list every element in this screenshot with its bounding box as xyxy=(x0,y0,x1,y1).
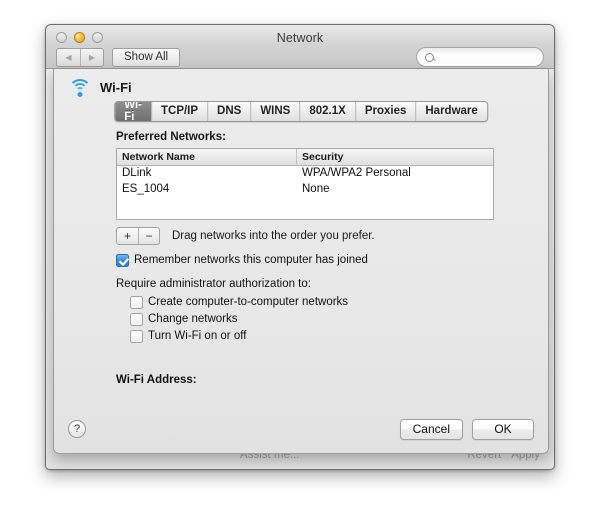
create-computer-networks-row[interactable]: Create computer-to-computer networks xyxy=(130,296,516,309)
preferred-networks-label: Preferred Networks: xyxy=(116,131,226,143)
column-header-network-name[interactable]: Network Name xyxy=(117,149,297,165)
nav-segmented-control[interactable]: ◀ ▶ xyxy=(56,48,104,67)
table-row[interactable]: ES_1004 None xyxy=(117,182,493,198)
cell-network-name: ES_1004 xyxy=(122,183,170,196)
forward-arrow-icon[interactable]: ▶ xyxy=(80,49,103,66)
change-networks-label: Change networks xyxy=(148,312,238,325)
remove-network-button[interactable]: − xyxy=(138,228,159,244)
toolbar: ◀ ▶ Show All xyxy=(56,48,181,67)
cell-security: WPA/WPA2 Personal xyxy=(302,167,411,180)
window-title: Network xyxy=(276,31,324,45)
back-arrow-icon[interactable]: ◀ xyxy=(57,49,80,66)
wifi-icon xyxy=(68,79,92,97)
tab-dns[interactable]: DNS xyxy=(207,102,250,121)
wifi-settings-sheet: Wi-Fi Wi-Fi TCP/IP DNS WINS 802.1X Proxi… xyxy=(53,69,549,454)
drag-networks-hint: Drag networks into the order you prefer. xyxy=(172,230,375,242)
sheet-service-title: Wi-Fi xyxy=(100,80,132,95)
help-button[interactable]: ? xyxy=(68,420,86,438)
cell-security: None xyxy=(302,183,330,196)
window-body: Location: Automatic Wi-Fi Connected SAMS… xyxy=(46,69,554,469)
cell-network-name: DLink xyxy=(122,167,152,180)
change-networks-checkbox[interactable] xyxy=(130,313,143,326)
window-titlebar: Network ◀ ▶ Show All xyxy=(46,25,554,69)
search-input[interactable] xyxy=(438,51,538,63)
turn-wifi-on-off-row[interactable]: Turn Wi-Fi on or off xyxy=(130,330,516,343)
wifi-settings-form: Preferred Networks: Network Name Securit… xyxy=(116,131,516,386)
remember-networks-label: Remember networks this computer has join… xyxy=(134,253,368,266)
add-network-button[interactable]: + xyxy=(117,228,138,244)
network-preferences-window: Network ◀ ▶ Show All Location: Automatic xyxy=(45,24,555,470)
table-controls-row: + − Drag networks into the order you pre… xyxy=(116,227,516,245)
table-row[interactable]: DLink WPA/WPA2 Personal xyxy=(117,166,493,182)
turn-wifi-on-off-checkbox[interactable] xyxy=(130,330,143,343)
admin-checkbox-group: Create computer-to-computer networks Cha… xyxy=(130,296,516,343)
tab-8021x[interactable]: 802.1X xyxy=(299,102,354,121)
change-networks-row[interactable]: Change networks xyxy=(130,313,516,326)
tab-hardware[interactable]: Hardware xyxy=(415,102,486,121)
preferred-networks-table[interactable]: Network Name Security DLink WPA/WPA2 Per… xyxy=(116,148,494,220)
turn-wifi-on-off-label: Turn Wi-Fi on or off xyxy=(148,329,247,342)
ok-button[interactable]: OK xyxy=(472,418,534,440)
tab-proxies[interactable]: Proxies xyxy=(354,102,416,121)
search-icon xyxy=(425,52,434,62)
cancel-button[interactable]: Cancel xyxy=(399,418,463,440)
remember-networks-checkbox[interactable] xyxy=(116,254,129,267)
wifi-address-row: Wi-Fi Address: xyxy=(116,374,516,386)
sheet-header: Wi-Fi xyxy=(68,79,132,97)
tab-wins[interactable]: WINS xyxy=(250,102,299,121)
tab-tcpip[interactable]: TCP/IP xyxy=(150,102,207,121)
sheet-footer: ? Cancel OK xyxy=(54,405,548,453)
create-computer-networks-label: Create computer-to-computer networks xyxy=(148,295,349,308)
add-remove-segmented-control: + − xyxy=(116,227,160,245)
column-header-security[interactable]: Security xyxy=(297,149,493,165)
wifi-address-label: Wi-Fi Address: xyxy=(116,374,197,386)
require-admin-label: Require administrator authorization to: xyxy=(116,278,311,290)
table-header-row: Network Name Security xyxy=(117,149,493,166)
tab-wifi[interactable]: Wi-Fi xyxy=(115,102,151,121)
show-all-button[interactable]: Show All xyxy=(112,48,181,67)
search-field[interactable] xyxy=(416,47,544,67)
settings-tabbar: Wi-Fi TCP/IP DNS WINS 802.1X Proxies Har… xyxy=(114,101,488,122)
create-computer-networks-checkbox[interactable] xyxy=(130,296,143,309)
remember-networks-row[interactable]: Remember networks this computer has join… xyxy=(116,254,516,267)
